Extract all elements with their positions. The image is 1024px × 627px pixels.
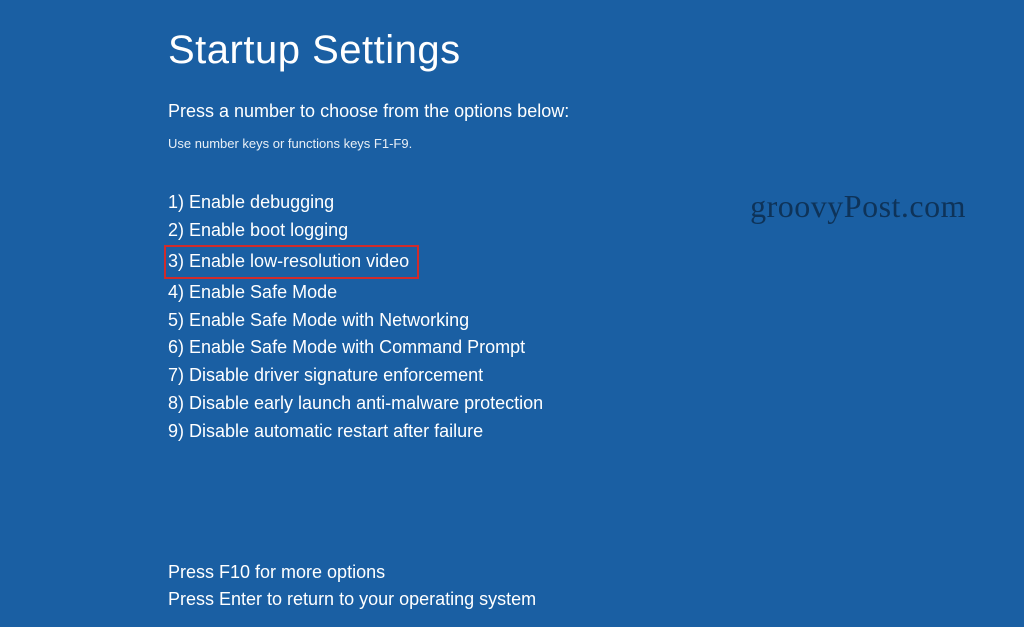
option-6[interactable]: 6) Enable Safe Mode with Command Prompt bbox=[168, 336, 525, 358]
page-title: Startup Settings bbox=[168, 28, 1024, 73]
hint-text: Use number keys or functions keys F1-F9. bbox=[168, 136, 1024, 151]
footer: Press F10 for more options Press Enter t… bbox=[168, 559, 536, 613]
option-5[interactable]: 5) Enable Safe Mode with Networking bbox=[168, 309, 469, 331]
option-4[interactable]: 4) Enable Safe Mode bbox=[168, 281, 337, 303]
option-9[interactable]: 9) Disable automatic restart after failu… bbox=[168, 420, 483, 442]
option-2[interactable]: 2) Enable boot logging bbox=[168, 219, 348, 241]
option-1[interactable]: 1) Enable debugging bbox=[168, 191, 334, 213]
option-7[interactable]: 7) Disable driver signature enforcement bbox=[168, 364, 483, 386]
option-8[interactable]: 8) Disable early launch anti-malware pro… bbox=[168, 392, 543, 414]
watermark-text: groovyPost.com bbox=[750, 188, 966, 225]
option-3[interactable]: 3) Enable low-resolution video bbox=[164, 245, 419, 279]
footer-f10: Press F10 for more options bbox=[168, 559, 536, 586]
subtitle: Press a number to choose from the option… bbox=[168, 101, 1024, 122]
options-list: 1) Enable debugging 2) Enable boot loggi… bbox=[168, 189, 1024, 446]
footer-enter: Press Enter to return to your operating … bbox=[168, 586, 536, 613]
